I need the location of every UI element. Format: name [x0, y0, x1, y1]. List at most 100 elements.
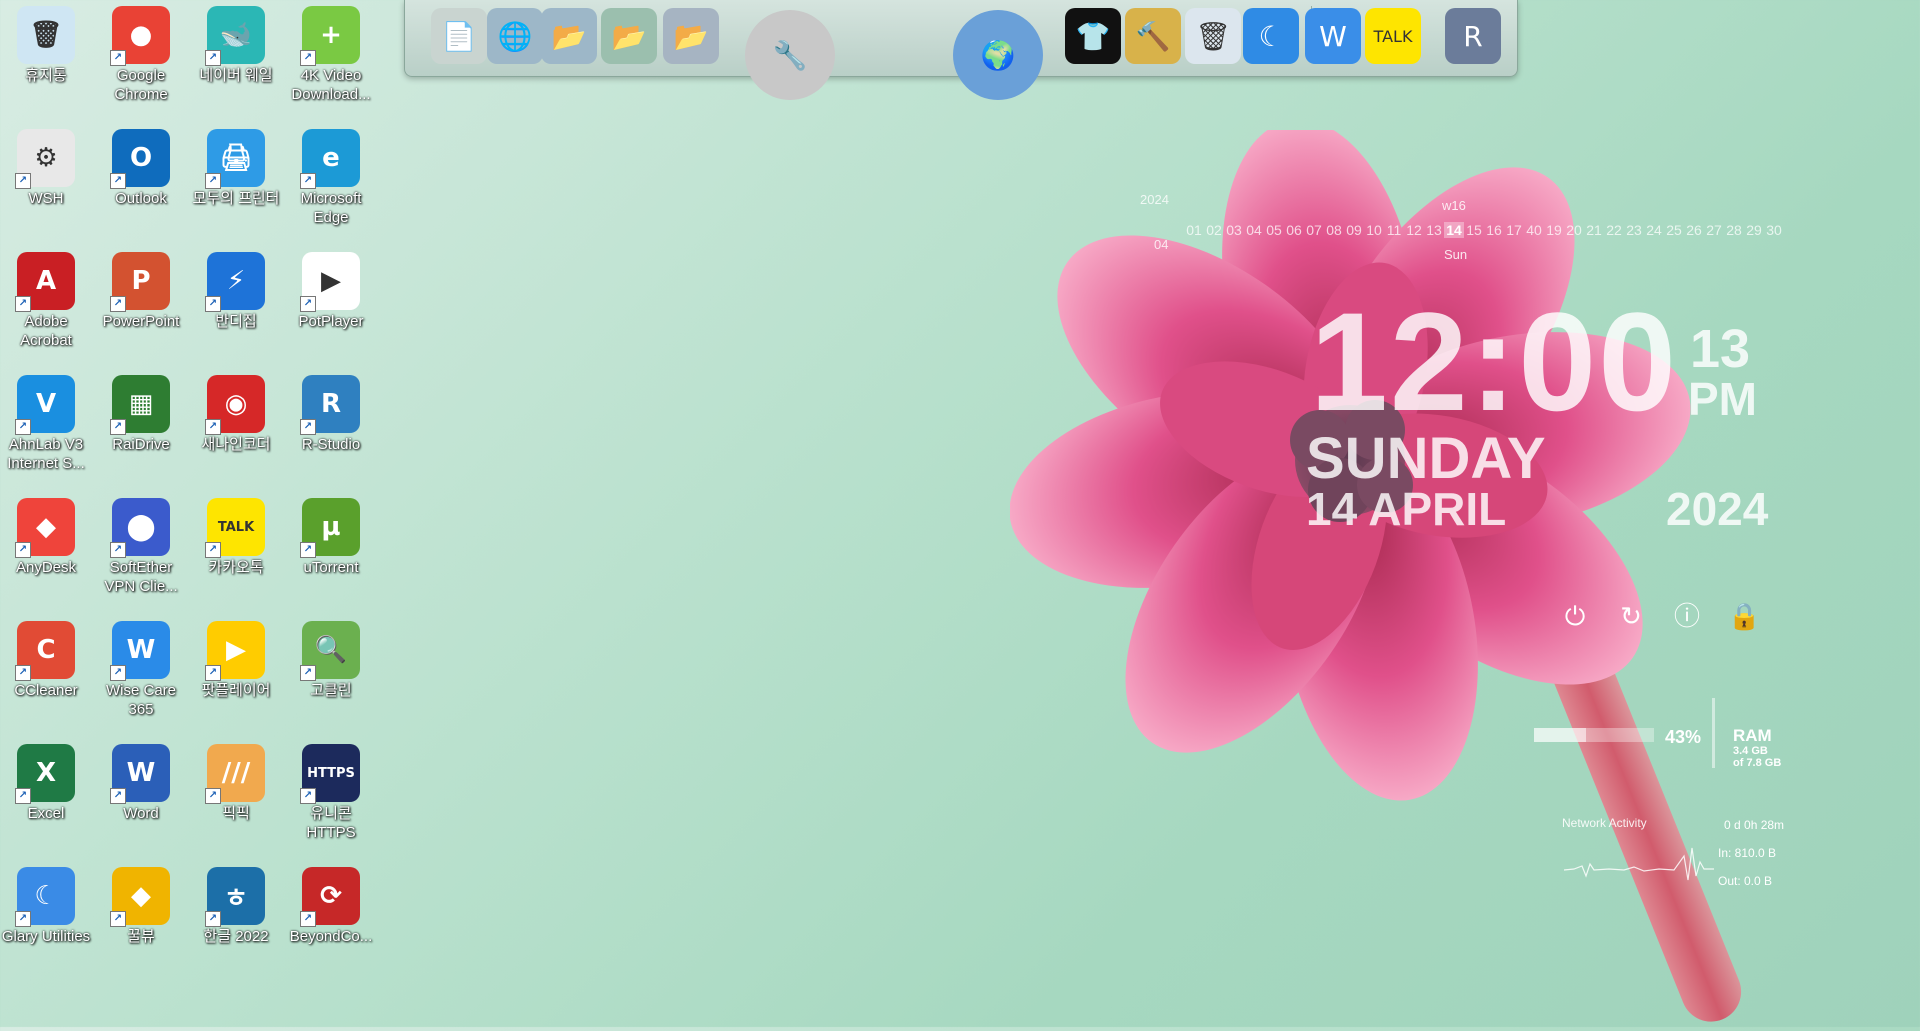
desktop-icon[interactable]: ◆ ↗ 꿀뷰 [95, 861, 187, 946]
calendar-day: 11 [1386, 222, 1402, 238]
calendar-day: 25 [1666, 222, 1682, 238]
desktop-icon[interactable]: HTTPS ↗ 유니콘 HTTPS [285, 738, 377, 842]
network-graph [1564, 847, 1714, 881]
calendar-day: 06 [1286, 222, 1302, 238]
desktop-icon[interactable]: ⚡ ↗ 반디집 [190, 246, 282, 331]
ram-bar [1534, 728, 1654, 742]
desktop-icon-label: 픽픽 [222, 805, 250, 822]
desktop-icon[interactable]: e ↗ Microsoft Edge [285, 123, 377, 227]
desktop-icon-label: PowerPoint [102, 313, 180, 330]
app-icon: ● ↗ [110, 6, 170, 66]
shortcut-arrow-icon: ↗ [300, 542, 316, 558]
shortcut-arrow-icon: ↗ [110, 788, 126, 804]
desktop-icon[interactable]: ▶ ↗ PotPlayer [285, 246, 377, 331]
desktop-icon-label: Excel [27, 805, 65, 822]
desktop-icon[interactable]: 🖨 ↗ 모두의 프린터 [190, 123, 282, 208]
folder-green-icon[interactable]: 📂 [601, 8, 657, 64]
desktop-icon[interactable]: W ↗ Wise Care 365 [95, 615, 187, 719]
kakaotalk-icon[interactable]: TALK [1365, 8, 1421, 64]
desktop-icon[interactable]: + ↗ 4K Video Download... [285, 0, 377, 104]
network-globe-icon[interactable]: 🌐 [487, 8, 543, 64]
desktop-icon-label: 카카오톡 [208, 559, 264, 576]
desktop-icon[interactable]: 🔍 ↗ 고클린 [285, 615, 377, 700]
desktop-icon[interactable]: 🐋 ↗ 네이버 웨일 [190, 0, 282, 85]
recycle-bin-icon[interactable]: 🗑 [1185, 8, 1241, 64]
app-icon: A ↗ [15, 252, 75, 312]
globe-icon[interactable]: 🌍 [953, 10, 1043, 100]
app-icon: ◉ ↗ [205, 375, 265, 435]
desktop-icon-label: 고클린 [310, 682, 352, 699]
desktop-icon[interactable]: ㅎ ↗ 한글 2022 [190, 861, 282, 946]
desktop-icon[interactable]: ⬤ ↗ SoftEther VPN Clie... [95, 492, 187, 596]
info-icon[interactable]: ⓘ [1672, 602, 1702, 632]
shortcut-arrow-icon: ↗ [110, 50, 126, 66]
app-icon: 🖨 ↗ [205, 129, 265, 189]
app-icon: ⬤ ↗ [110, 498, 170, 558]
desktop-icon[interactable]: ⚙ ↗ WSH [0, 123, 92, 208]
calendar-day-of-week: Sun [1444, 247, 1468, 262]
desktop-icon[interactable]: ◆ ↗ AnyDesk [0, 492, 92, 577]
ram-total: of 7.8 GB [1733, 757, 1782, 769]
app-icon: ⟳ ↗ [300, 867, 360, 927]
desktop-icon-label: Adobe Acrobat [20, 313, 72, 349]
desktop-icon-label: BeyondCo... [289, 928, 373, 945]
wise-care-icon[interactable]: W [1305, 8, 1361, 64]
app-icon: ▶ ↗ [205, 621, 265, 681]
desktop-icon-label: 네이버 웨일 [199, 67, 273, 84]
r-app-icon[interactable]: R [1445, 8, 1501, 64]
desktop-icon[interactable]: C ↗ CCleaner [0, 615, 92, 700]
desktop-icon[interactable]: µ ↗ uTorrent [285, 492, 377, 577]
desktop-icon[interactable]: TALK ↗ 카카오톡 [190, 492, 282, 577]
desktop-icon[interactable]: X ↗ Excel [0, 738, 92, 823]
desktop-icon[interactable]: ▶ ↗ 팟플레이어 [190, 615, 282, 700]
shutdown-icon[interactable]: ⏻ [1560, 602, 1590, 632]
calendar-day: 16 [1486, 222, 1502, 238]
shortcut-arrow-icon: ↗ [110, 296, 126, 312]
desktop-icon[interactable]: ///↗ 픽픽 [190, 738, 282, 823]
desktop-icon[interactable]: V ↗ AhnLab V3 Internet S... [0, 369, 92, 473]
shortcut-arrow-icon: ↗ [15, 665, 31, 681]
desktop-icon-label: R-Studio [301, 436, 361, 453]
shortcut-arrow-icon: ↗ [205, 419, 221, 435]
desktop-icon[interactable]: O ↗ Outlook [95, 123, 187, 208]
desktop-icon[interactable]: R ↗ R-Studio [285, 369, 377, 454]
app-icon: TALK ↗ [205, 498, 265, 558]
document-viewer-icon[interactable]: 📄 [431, 8, 487, 64]
shortcut-arrow-icon: ↗ [205, 50, 221, 66]
desktop-icon-label: 꿀뷰 [127, 928, 155, 945]
desktop-icon[interactable]: P ↗ PowerPoint [95, 246, 187, 331]
lock-icon[interactable]: 🔒 [1728, 602, 1760, 632]
desktop-icon[interactable]: ☾ ↗ Glary Utilities [0, 861, 92, 946]
desktop-icon[interactable]: A ↗ Adobe Acrobat [0, 246, 92, 350]
app-icon: + ↗ [300, 6, 360, 66]
calendar-month: 04 [1154, 237, 1169, 252]
desktop-icon-label: RaiDrive [112, 436, 170, 453]
calendar-week: w16 [1442, 198, 1466, 213]
tshirt-icon[interactable]: 👕 [1065, 8, 1121, 64]
desktop-icon-label: 4K Video Download... [291, 67, 371, 103]
network-in: In: 810.0 B [1718, 846, 1777, 860]
folder-open-icon[interactable]: 📂 [663, 8, 719, 64]
app-icon: ☾ ↗ [15, 867, 75, 927]
ram-percent: 43% [1665, 727, 1702, 747]
desktop-icon[interactable]: ● ↗ Google Chrome [95, 0, 187, 104]
glary-icon[interactable]: ☾ [1243, 8, 1299, 64]
desktop-icon[interactable]: 🗑 휴지통 [0, 0, 92, 85]
desktop-icon[interactable]: ▦ ↗ RaiDrive [95, 369, 187, 454]
app-icon: 🗑 [17, 6, 75, 64]
desktop-icon[interactable]: ◉ ↗ 새나인코더 [190, 369, 282, 454]
desktop-icon-label: 반디집 [215, 313, 257, 330]
shortcut-arrow-icon: ↗ [205, 788, 221, 804]
ram-bar-fill [1534, 728, 1586, 742]
desktop-icon[interactable]: ⟳ ↗ BeyondCo... [285, 861, 377, 946]
power-buttons: ⏻ ↻ ⓘ 🔒 [1560, 602, 1761, 632]
desktop-icon[interactable]: W ↗ Word [95, 738, 187, 823]
app-icon: 🐋 ↗ [205, 6, 265, 66]
calendar-day: 21 [1586, 222, 1602, 238]
hammer-icon[interactable]: 🔨 [1125, 8, 1181, 64]
calendar-day: 04 [1246, 222, 1262, 238]
ram-divider [1712, 698, 1715, 768]
tools-icon[interactable]: 🔧 [745, 10, 835, 100]
folder-icon[interactable]: 📂 [541, 8, 597, 64]
restart-icon[interactable]: ↻ [1616, 602, 1646, 632]
